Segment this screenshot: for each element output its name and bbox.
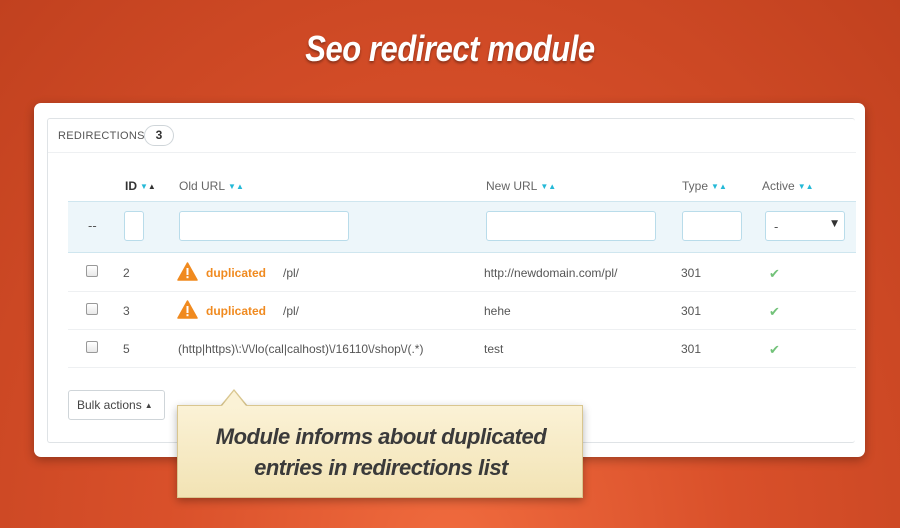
sort-arrows-icon[interactable]: ▼▲: [140, 182, 156, 191]
row-checkbox[interactable]: [86, 341, 98, 353]
table-row[interactable]: 2 duplicated /pl/ http://newdomain.com/p…: [68, 254, 856, 292]
tooltip-line-1: Module informs about duplicated: [215, 424, 547, 449]
redirections-card: REDIRECTIONS 3 ID ▼▲ Old URL ▼▲ New URL ▼▲ …: [34, 103, 865, 457]
row-new-url: test: [484, 342, 504, 356]
row-old-url: (http|https)\:\/\/lo(cal|calhost)\/16110…: [178, 342, 424, 356]
filter-active-select[interactable]: - ▼: [765, 211, 845, 241]
tooltip-line-2: entries in redirections list: [254, 455, 508, 480]
row-type: 301: [681, 342, 702, 356]
column-header-new-url[interactable]: New URL ▼▲: [486, 179, 556, 193]
filter-old-url-input[interactable]: [179, 211, 349, 241]
filter-type-input[interactable]: [682, 211, 742, 241]
column-header-id[interactable]: ID ▼▲: [125, 179, 156, 193]
caret-up-icon: ▲: [144, 401, 153, 410]
redirections-panel: REDIRECTIONS 3 ID ▼▲ Old URL ▼▲ New URL ▼▲ …: [47, 118, 856, 443]
sort-arrows-icon[interactable]: ▼▲: [540, 182, 556, 191]
callout-tooltip: Module informs about duplicated entries …: [177, 405, 583, 498]
filter-new-url-input[interactable]: [486, 211, 656, 241]
panel-title: REDIRECTIONS: [58, 130, 145, 142]
column-header-old-url-label: Old URL: [179, 179, 226, 193]
filter-placeholder: --: [88, 219, 97, 233]
column-header-old-url[interactable]: Old URL ▼▲: [179, 179, 244, 193]
row-old-url: /pl/: [283, 266, 300, 280]
row-new-url: http://newdomain.com/pl/: [484, 266, 618, 280]
warning-triangle-icon: [177, 300, 198, 319]
bulk-actions-button[interactable]: Bulk actions ▲: [68, 390, 165, 420]
row-id: 3: [123, 304, 130, 318]
row-id: 2: [123, 266, 130, 280]
count-badge: 3: [144, 125, 174, 146]
tooltip-arrow-inner: [222, 391, 246, 406]
column-header-id-label: ID: [125, 179, 137, 193]
panel-header: REDIRECTIONS 3: [48, 119, 856, 153]
column-header-active[interactable]: Active ▼▲: [762, 179, 814, 193]
filter-row: -- - ▼: [68, 201, 856, 253]
sort-arrows-icon[interactable]: ▼▲: [228, 182, 244, 191]
row-checkbox[interactable]: [86, 303, 98, 315]
row-checkbox[interactable]: [86, 265, 98, 277]
duplicated-label: duplicated: [206, 304, 267, 318]
row-old-url: /pl/: [283, 304, 300, 318]
row-new-url: hehe: [484, 304, 511, 318]
column-header-type[interactable]: Type ▼▲: [682, 179, 727, 193]
filter-id-input[interactable]: [124, 211, 144, 241]
duplicated-label: duplicated: [206, 266, 267, 280]
check-icon[interactable]: ✔: [769, 343, 780, 358]
caret-down-icon: ▼: [831, 219, 838, 229]
row-type: 301: [681, 304, 702, 318]
column-header-new-url-label: New URL: [486, 179, 538, 193]
filter-active-value: -: [774, 220, 779, 234]
warning-triangle-icon: [177, 262, 198, 281]
check-icon[interactable]: ✔: [769, 305, 780, 320]
column-header-type-label: Type: [682, 179, 709, 193]
hero-title: Seo redirect module: [305, 28, 595, 69]
sort-arrows-icon[interactable]: ▼▲: [711, 182, 727, 191]
row-id: 5: [123, 342, 130, 356]
bulk-actions-label: Bulk actions: [77, 398, 142, 412]
column-header-active-label: Active: [762, 179, 795, 193]
table-row[interactable]: 5 (http|https)\:\/\/lo(cal|calhost)\/161…: [68, 330, 856, 368]
table-row[interactable]: 3 duplicated /pl/ hehe 301 ✔: [68, 292, 856, 330]
check-icon[interactable]: ✔: [769, 267, 780, 282]
row-type: 301: [681, 266, 702, 280]
sort-arrows-icon[interactable]: ▼▲: [798, 182, 814, 191]
